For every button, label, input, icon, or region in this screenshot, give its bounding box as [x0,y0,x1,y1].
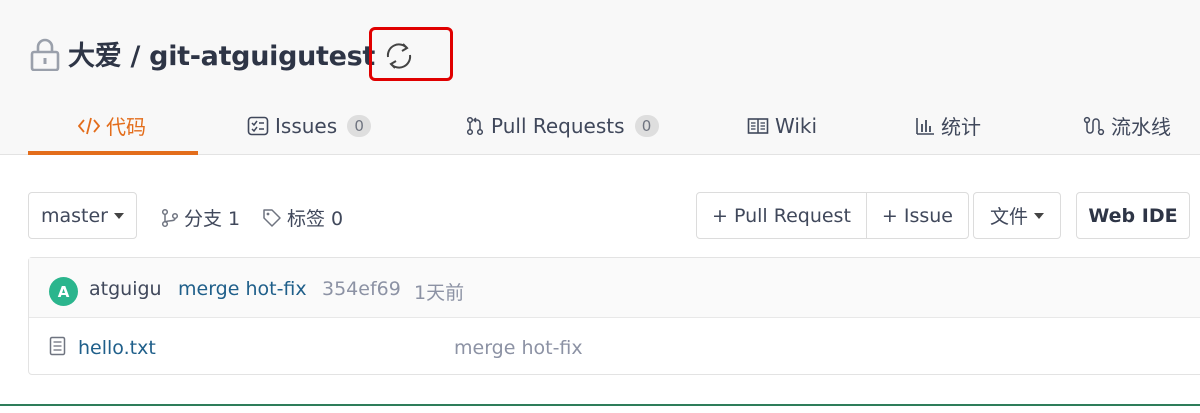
tab-wiki[interactable]: Wiki [747,96,817,155]
tag-icon [263,208,281,227]
issues-icon [247,116,269,135]
new-pull-request-button[interactable]: + Pull Request [697,193,866,238]
branch-name: master [40,204,108,227]
list-item[interactable]: hello.txt merge hot-fix [29,318,1200,375]
pull-requests-count-badge: 0 [634,114,659,137]
commit-author[interactable]: atguigu [89,278,162,300]
branches-count: 分支 1 [184,208,241,230]
tab-pull-requests-label: Pull Requests [491,113,625,138]
tab-issues[interactable]: Issues 0 [247,96,372,155]
tab-pipeline-label: 流水线 [1111,115,1171,139]
bar-chart-icon [916,117,934,135]
branches-link[interactable]: 分支 1 [161,204,240,231]
tab-pipeline[interactable]: 流水线 [1083,96,1171,155]
new-issue-button[interactable]: + Issue [865,193,968,238]
caret-down-icon [114,212,124,219]
file-name-link[interactable]: hello.txt [78,337,156,359]
tags-count: 标签 0 [287,208,344,230]
tab-code[interactable]: 代码 [78,96,146,155]
code-icon [78,117,100,134]
tab-stats-label: 统计 [941,115,981,139]
avatar[interactable]: A [49,277,78,306]
web-ide-button[interactable]: Web IDE [1076,192,1190,239]
tab-wiki-label: Wiki [775,113,818,138]
tab-issues-label: Issues [275,113,338,138]
tags-link[interactable]: 标签 0 [262,204,343,231]
repo-tabs: 代码 Issues 0 Pull Requests 0 Wiki 统计 流水线 [0,96,1200,155]
file-last-commit[interactable]: merge hot-fix [454,337,583,359]
file-text-icon [49,336,66,356]
pipeline-icon [1083,116,1105,135]
tab-code-label: 代码 [106,115,146,139]
tab-pull-requests[interactable]: Pull Requests 0 [465,96,659,155]
commit-message[interactable]: merge hot-fix [178,278,307,300]
file-list: A atguigu merge hot-fix 354ef69 1天前 hell… [28,257,1200,375]
caret-down-icon [1034,212,1044,219]
sync-icon [386,43,412,69]
file-menu-button[interactable]: 文件 [973,192,1061,239]
repo-title[interactable]: 大爱 / git-atguigutest [68,34,375,73]
pull-request-icon [466,116,484,135]
latest-commit-bar: A atguigu merge hot-fix 354ef69 1天前 [29,258,1200,318]
issues-count-badge: 0 [347,114,372,137]
create-button-group: + Pull Request + Issue [696,192,969,239]
tab-stats[interactable]: 统计 [915,96,981,155]
bottom-divider [0,404,1200,406]
branch-selector[interactable]: master [28,192,137,239]
repo-header: 大爱 / git-atguigutest 代码 Issues 0 Pull Re… [0,0,1200,155]
commit-time: 1天前 [414,282,465,304]
sync-button[interactable] [369,27,453,81]
active-tab-indicator [28,151,198,155]
file-menu-label: 文件 [989,206,1028,228]
lock-icon [30,38,60,71]
wiki-book-icon [747,117,769,134]
branch-icon [161,208,179,227]
commit-sha[interactable]: 354ef69 [322,278,401,300]
